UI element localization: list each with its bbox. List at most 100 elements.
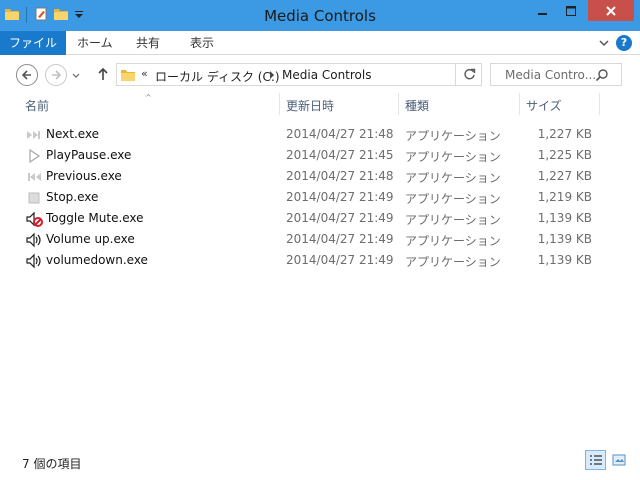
search-input[interactable]: Media Contro... (490, 63, 622, 86)
speaker-icon (25, 231, 43, 249)
breadcrumb-media-controls[interactable]: Media Controls (282, 68, 371, 82)
file-name: volumedown.exe (46, 253, 148, 267)
mute-speaker-icon (25, 210, 43, 228)
status-bar: 7 個の項目 (0, 448, 640, 480)
item-count: 7 個の項目 (22, 457, 82, 471)
navigation-bar: « ローカル ディスク (C:) Media Controls Media Co… (0, 55, 640, 93)
column-divider[interactable] (398, 93, 399, 115)
forward-button[interactable] (45, 64, 67, 86)
breadcrumb-local-disk[interactable]: ローカル ディスク (C:) (155, 68, 280, 85)
file-name: PlayPause.exe (46, 148, 132, 162)
file-row[interactable]: PlayPause.exe 2014/04/27 21:45 アプリケーション … (0, 145, 640, 166)
file-size: 1,219 KB (537, 190, 592, 204)
close-icon (606, 5, 616, 16)
file-date: 2014/04/27 21:49 (286, 232, 394, 246)
title-bar: Media Controls (0, 0, 640, 31)
arrow-right-icon (52, 70, 62, 80)
sort-ascending-icon: ^ (145, 93, 152, 102)
file-size: 1,139 KB (537, 232, 592, 246)
file-size: 1,227 KB (537, 127, 592, 141)
tab-view[interactable]: 表示 (179, 31, 225, 55)
file-row[interactable]: Toggle Mute.exe 2014/04/27 21:49 アプリケーショ… (0, 208, 640, 229)
file-row[interactable]: volumedown.exe 2014/04/27 21:49 アプリケーション… (0, 250, 640, 271)
file-date: 2014/04/27 21:48 (286, 127, 394, 141)
file-name: Next.exe (46, 127, 100, 141)
column-divider[interactable] (519, 93, 520, 115)
column-size[interactable]: サイズ (526, 97, 562, 114)
column-date[interactable]: 更新日時 (286, 97, 334, 114)
divider (455, 64, 456, 85)
quick-access-toolbar (4, 5, 85, 25)
file-list: Next.exe 2014/04/27 21:48 アプリケーション 1,227… (0, 124, 640, 271)
arrow-up-icon (98, 67, 108, 80)
column-header: ^ 名前 更新日時 種類 サイズ (0, 93, 640, 117)
breadcrumb-separator-icon[interactable] (270, 71, 274, 79)
large-icons-view-button[interactable] (608, 450, 629, 470)
file-date: 2014/04/27 21:49 (286, 190, 394, 204)
address-bar[interactable]: « ローカル ディスク (C:) Media Controls (116, 63, 482, 86)
file-type: アプリケーション (405, 150, 501, 164)
file-date: 2014/04/27 21:48 (286, 169, 394, 183)
file-name: Volume up.exe (46, 232, 135, 246)
file-size: 1,225 KB (537, 148, 592, 162)
folder-icon[interactable] (4, 6, 20, 25)
new-folder-icon[interactable] (53, 6, 69, 25)
file-size: 1,139 KB (537, 253, 592, 267)
folder-icon (120, 67, 136, 86)
column-name[interactable]: 名前 (25, 97, 49, 114)
next-track-icon (25, 126, 43, 144)
properties-icon[interactable] (33, 6, 49, 25)
up-button[interactable] (94, 64, 112, 84)
tab-home[interactable]: ホーム (66, 31, 124, 55)
search-icon[interactable] (595, 68, 609, 85)
refresh-button[interactable] (458, 63, 482, 86)
maximize-button[interactable] (558, 0, 584, 21)
minimize-button[interactable] (528, 0, 558, 21)
maximize-icon (566, 5, 576, 16)
stop-icon (25, 189, 43, 207)
column-divider[interactable] (599, 93, 600, 115)
tab-share[interactable]: 共有 (125, 31, 171, 55)
file-type: アプリケーション (405, 129, 501, 143)
column-type[interactable]: 種類 (405, 97, 429, 114)
file-date: 2014/04/27 21:45 (286, 148, 394, 162)
customize-toolbar-icon[interactable] (73, 6, 85, 25)
file-row[interactable]: Volume up.exe 2014/04/27 21:49 アプリケーション … (0, 229, 640, 250)
details-view-icon (589, 455, 602, 465)
file-row[interactable]: Next.exe 2014/04/27 21:48 アプリケーション 1,227… (0, 124, 640, 145)
file-size: 1,139 KB (537, 211, 592, 225)
file-type: アプリケーション (405, 255, 501, 269)
play-icon (25, 147, 43, 165)
minimize-icon (538, 12, 547, 15)
file-size: 1,227 KB (537, 169, 592, 183)
back-button[interactable] (16, 64, 38, 86)
refresh-icon (464, 68, 476, 80)
close-button[interactable] (588, 0, 634, 21)
chevron-down-icon (599, 40, 609, 47)
file-name: Stop.exe (46, 190, 99, 204)
file-type: アプリケーション (405, 171, 501, 185)
breadcrumb-overflow[interactable]: « (141, 67, 148, 80)
large-icons-view-icon (612, 454, 625, 466)
file-row[interactable]: Stop.exe 2014/04/27 21:49 アプリケーション 1,219… (0, 187, 640, 208)
ribbon-tabs: ファイル ホーム 共有 表示 ? (0, 31, 640, 55)
tab-file[interactable]: ファイル (0, 31, 66, 55)
expand-ribbon-button[interactable] (596, 35, 612, 51)
file-date: 2014/04/27 21:49 (286, 253, 394, 267)
file-date: 2014/04/27 21:49 (286, 211, 394, 225)
file-type: アプリケーション (405, 192, 501, 206)
file-name: Toggle Mute.exe (46, 211, 144, 225)
help-button[interactable]: ? (616, 35, 632, 51)
arrow-left-icon (21, 70, 31, 80)
previous-track-icon (25, 168, 43, 186)
column-divider[interactable] (279, 93, 280, 115)
toolbar-divider (26, 7, 27, 23)
search-placeholder: Media Contro... (505, 68, 597, 82)
file-type: アプリケーション (405, 213, 501, 227)
details-view-button[interactable] (585, 450, 606, 470)
speaker-icon (25, 252, 43, 270)
file-row[interactable]: Previous.exe 2014/04/27 21:48 アプリケーション 1… (0, 166, 640, 187)
chevron-down-icon (72, 73, 80, 78)
recent-locations-button[interactable] (72, 69, 80, 83)
file-type: アプリケーション (405, 234, 501, 248)
